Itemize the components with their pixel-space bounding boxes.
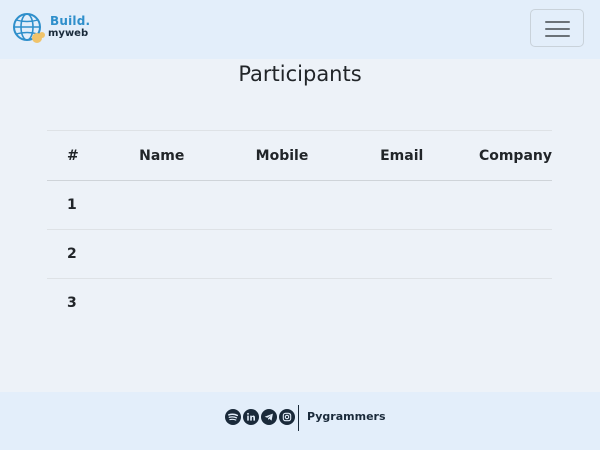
company-cell — [459, 279, 552, 328]
row-number-cell: 3 — [67, 295, 77, 312]
mobile-cell — [236, 279, 360, 328]
instagram-icon[interactable] — [279, 409, 295, 425]
participants-table: # Name Mobile Email Company 1 2 3 — [47, 130, 552, 328]
hamburger-menu-icon-bar — [545, 35, 570, 37]
email-cell — [360, 181, 459, 230]
hamburger-menu-icon-bar — [545, 28, 570, 30]
spotify-icon[interactable] — [225, 409, 241, 425]
brand-logo-link[interactable]: Build. myweb — [12, 12, 102, 48]
company-cell — [459, 181, 552, 230]
page-title: Participants — [238, 62, 362, 86]
footer: Pygrammers — [0, 392, 600, 450]
hamburger-menu-icon — [545, 21, 570, 23]
name-cell — [119, 181, 236, 230]
mobile-cell — [236, 181, 360, 230]
navbar: Build. myweb — [0, 0, 600, 59]
name-cell — [119, 230, 236, 279]
table-row: 3 — [47, 279, 552, 328]
column-header-email: Email — [380, 147, 424, 164]
column-header-number: # — [67, 147, 79, 164]
table-row: 1 — [47, 181, 552, 230]
table-header-row: # Name Mobile Email Company — [47, 130, 552, 181]
row-number-cell: 1 — [67, 197, 77, 213]
row-number-cell: 2 — [67, 246, 77, 262]
company-cell — [459, 230, 552, 279]
column-header-company: Company — [478, 147, 552, 164]
email-cell — [360, 230, 459, 279]
mobile-cell — [236, 230, 360, 279]
name-cell — [119, 279, 236, 328]
footer-brand-text: Pygrammers — [307, 410, 386, 423]
column-header-name: Name — [139, 147, 185, 164]
email-cell — [360, 279, 459, 328]
footer-divider — [298, 405, 299, 431]
menu-toggle-button[interactable] — [530, 9, 584, 47]
brand-name-line2: myweb — [48, 28, 89, 39]
globe-logo-icon — [13, 13, 45, 43]
telegram-icon[interactable] — [261, 409, 277, 425]
brand-name-line1: Build. — [50, 14, 91, 28]
column-header-mobile: Mobile — [255, 147, 309, 164]
table-row: 2 — [47, 230, 552, 279]
linkedin-icon[interactable] — [243, 409, 259, 425]
